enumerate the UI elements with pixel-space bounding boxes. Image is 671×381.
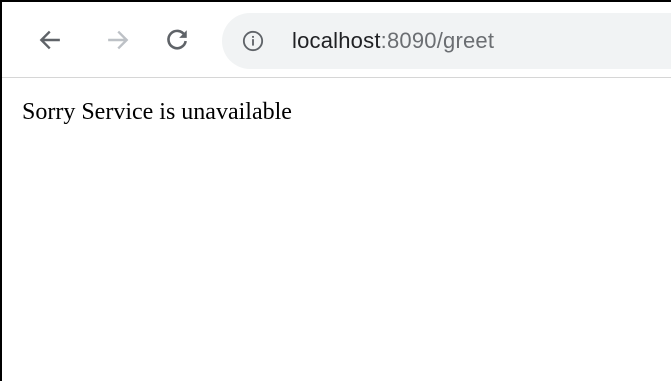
url-path: :8090/greet [380,28,495,53]
url-text[interactable]: localhost:8090/greet [292,27,494,55]
arrow-right-icon [108,30,129,50]
page-message: Sorry Service is unavailable [22,99,292,125]
url-host: localhost [292,28,381,53]
reload-icon [167,29,187,50]
back-button[interactable] [32,22,68,58]
info-icon[interactable] [242,30,264,52]
forward-button[interactable] [100,22,136,58]
browser-toolbar: localhost:8090/greet [2,2,671,78]
reload-button[interactable] [159,22,195,58]
address-bar[interactable]: localhost:8090/greet [222,13,671,69]
arrow-left-icon [39,30,60,50]
browser-window: localhost:8090/greet Sorry Service is un… [0,0,671,381]
